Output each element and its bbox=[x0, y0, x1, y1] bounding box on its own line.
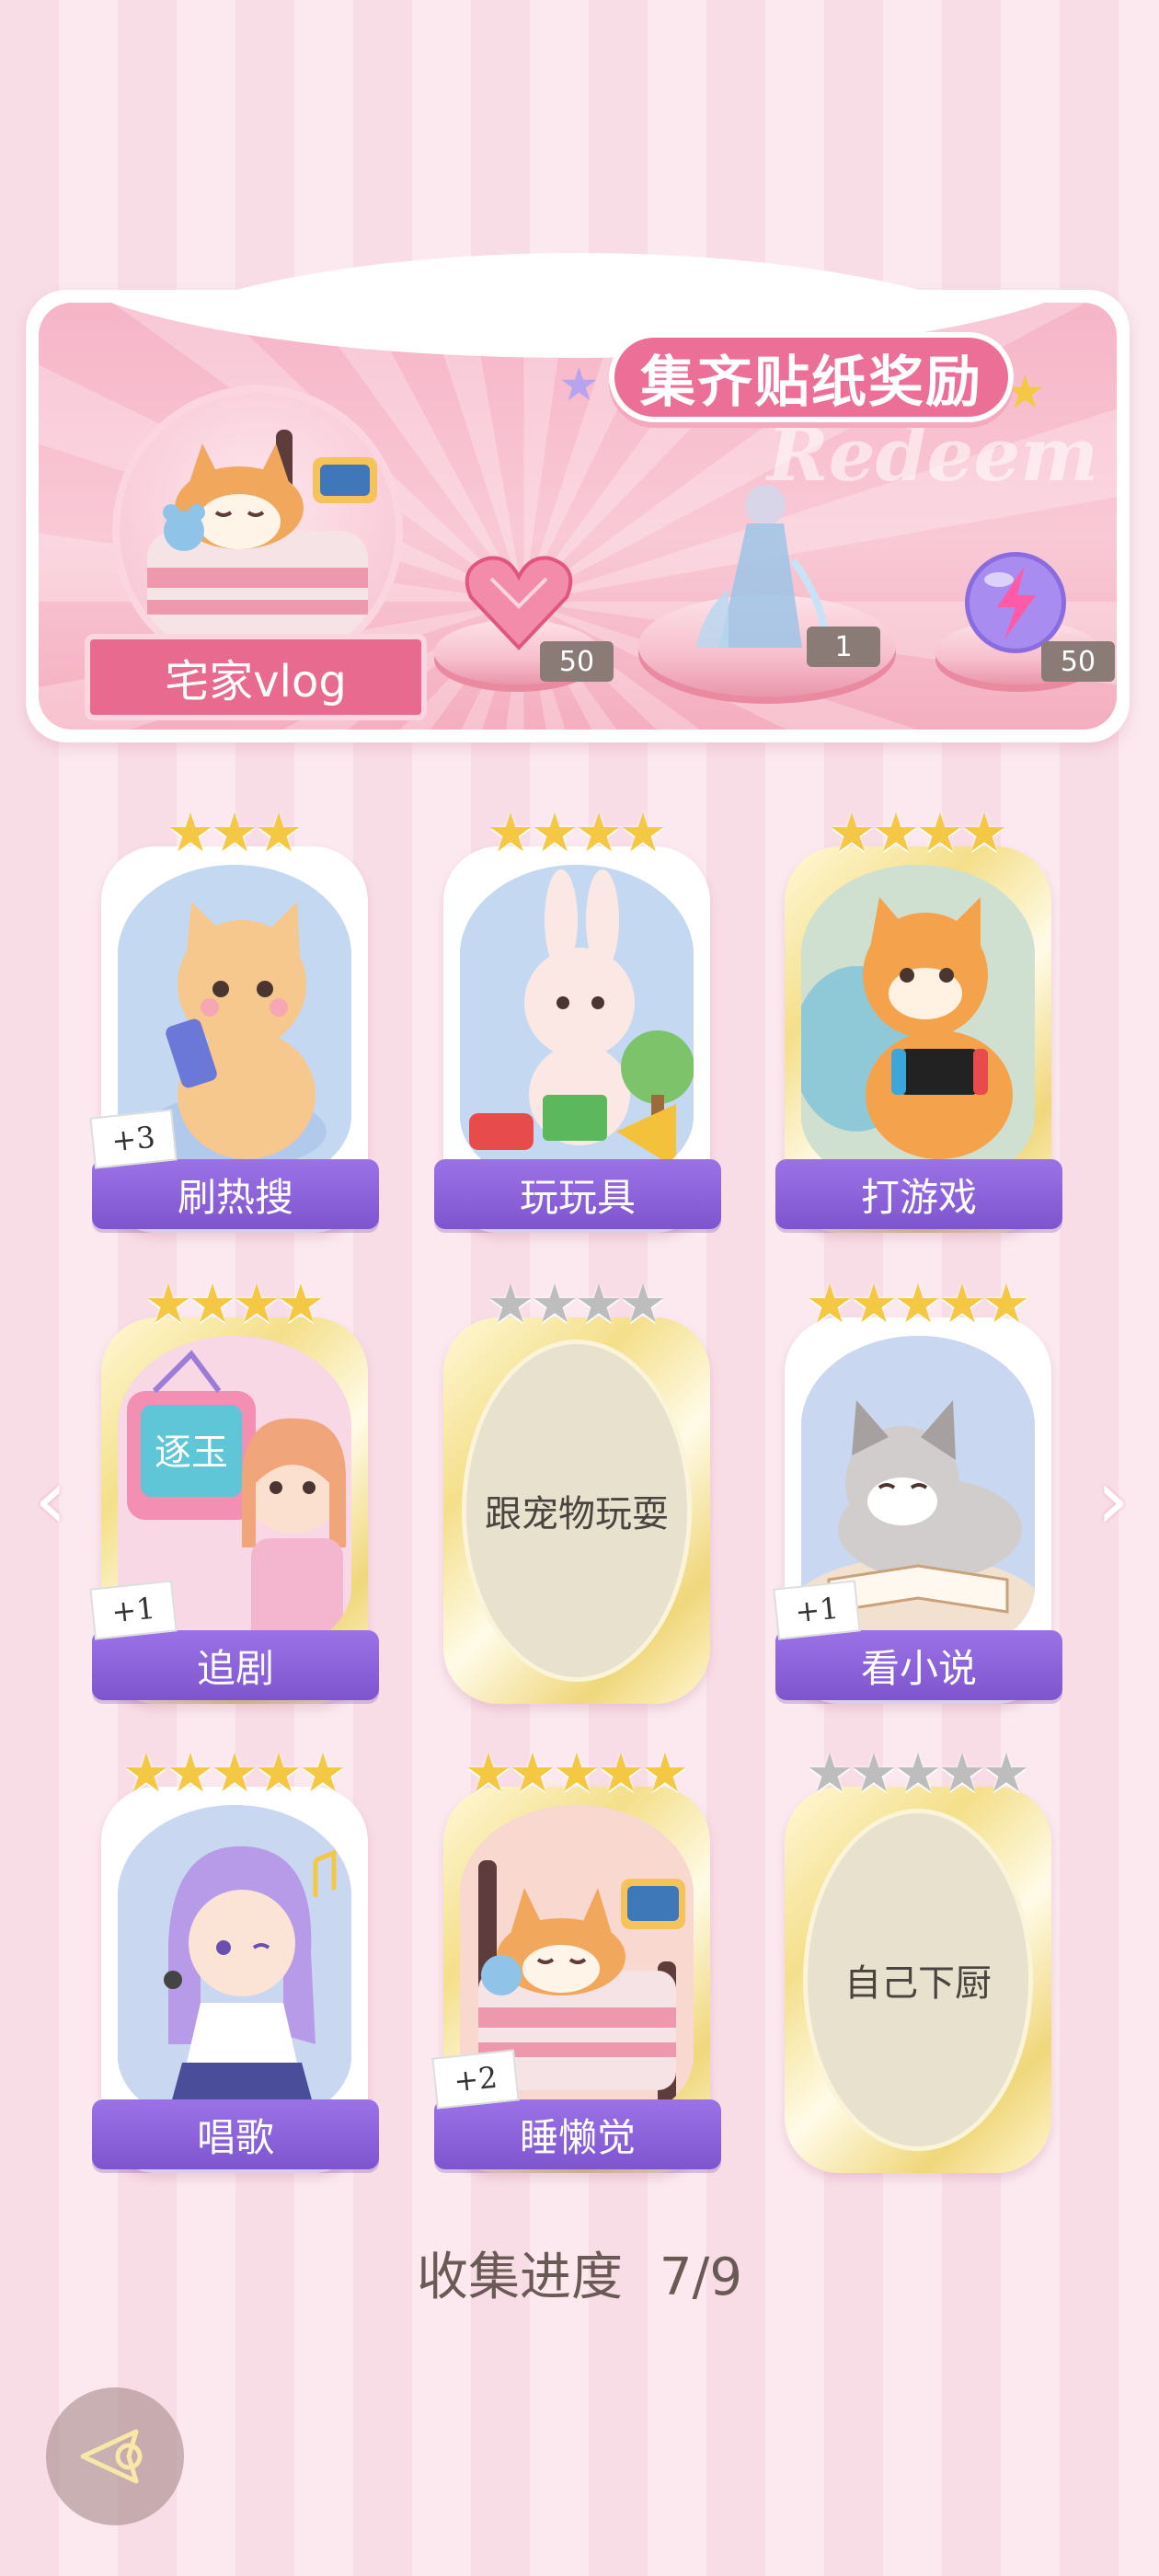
progress-value: 7/9 bbox=[659, 2248, 742, 2307]
star-filled-icon: ★ bbox=[982, 1272, 1030, 1335]
sleeping-cat-bed-icon bbox=[147, 430, 377, 641]
sticker-label: 自己下厨 bbox=[844, 1962, 992, 2005]
star-filled-icon: ★ bbox=[619, 801, 667, 864]
star-empty-icon: ★ bbox=[806, 1742, 854, 1804]
sticker-card[interactable]: 玩玩具 ★ ★ ★ ★ bbox=[434, 806, 721, 1233]
star-rating: ★ ★ ★ ★ ★ bbox=[101, 1746, 368, 1800]
star-empty-icon: ★ bbox=[575, 1272, 623, 1335]
sticker-card[interactable]: 看小说 ★ ★ ★ ★ ★ +1 bbox=[773, 1277, 1062, 1704]
star-empty-icon: ★ bbox=[619, 1272, 667, 1335]
theme-label: 宅家vlog bbox=[85, 634, 427, 720]
star-filled-icon: ★ bbox=[189, 1272, 236, 1335]
star-filled-icon: ★ bbox=[850, 1272, 898, 1335]
theme-image bbox=[112, 385, 403, 676]
star-filled-icon: ★ bbox=[916, 801, 964, 864]
star-filled-icon: ★ bbox=[960, 801, 1008, 864]
star-rating: ★ ★ ★ ★ ★ bbox=[443, 1746, 710, 1800]
star-filled-icon: ★ bbox=[277, 1272, 325, 1335]
collection-progress: 收集进度 7/9 bbox=[0, 2236, 1159, 2310]
heart-gem-icon bbox=[465, 556, 573, 650]
sticker-label: 打游戏 bbox=[775, 1159, 1062, 1229]
star-rating: ★ ★ ★ ★ bbox=[443, 806, 710, 859]
bonus-badge: +2 bbox=[431, 2049, 520, 2110]
bonus-badge: +1 bbox=[773, 1580, 861, 1640]
back-arrow-icon bbox=[80, 2429, 143, 2484]
bonus-badge: +3 bbox=[89, 1109, 178, 1169]
star-rating: ★ ★ ★ ★ ★ bbox=[785, 1277, 1051, 1330]
star-filled-icon: ★ bbox=[641, 1742, 689, 1804]
star-filled-icon: ★ bbox=[144, 1272, 192, 1335]
banner-title: 集齐贴纸奖励 bbox=[614, 338, 1008, 417]
star-empty-icon: ★ bbox=[982, 1742, 1030, 1804]
star-empty-icon: ★ bbox=[487, 1272, 534, 1335]
star-filled-icon: ★ bbox=[872, 801, 920, 864]
star-empty-icon: ★ bbox=[938, 1742, 986, 1804]
sticker-label: 追剧 bbox=[92, 1630, 379, 1700]
bonus-badge: +1 bbox=[89, 1580, 178, 1640]
bunny-toys-icon bbox=[460, 865, 694, 1187]
sticker-label: 刷热搜 bbox=[92, 1159, 379, 1229]
sticker-card[interactable]: 跟宠物玩耍 ★ ★ ★ ★ bbox=[443, 1277, 710, 1704]
star-rating: ★ ★ ★ ★ bbox=[785, 806, 1051, 859]
star-filled-icon: ★ bbox=[166, 801, 214, 864]
reward-count-1: 50 bbox=[540, 641, 614, 682]
star-filled-icon: ★ bbox=[894, 1272, 942, 1335]
star-filled-icon: ★ bbox=[211, 801, 258, 864]
star-filled-icon: ★ bbox=[255, 1742, 303, 1804]
star-filled-icon: ★ bbox=[233, 1272, 281, 1335]
star-filled-icon: ★ bbox=[828, 801, 876, 864]
star-empty-icon: ★ bbox=[894, 1742, 942, 1804]
sticker-empty-slot: 跟宠物玩耍 bbox=[462, 1340, 692, 1682]
star-filled-icon: ★ bbox=[575, 801, 623, 864]
next-page-arrow-icon[interactable]: › bbox=[1085, 1452, 1141, 1548]
star-rating: ★ ★ ★ bbox=[101, 806, 368, 859]
sticker-card[interactable]: 自己下厨 ★ ★ ★ ★ ★ bbox=[785, 1746, 1051, 2173]
sticker-card[interactable]: 逐玉追剧 ★ ★ ★ ★ +1 bbox=[89, 1277, 379, 1704]
star-empty-icon: ★ bbox=[531, 1272, 579, 1335]
back-button[interactable] bbox=[46, 2387, 184, 2525]
star-filled-icon: ★ bbox=[531, 801, 579, 864]
sticker-label: 跟宠物玩耍 bbox=[485, 1493, 669, 1535]
star-filled-icon: ★ bbox=[597, 1742, 645, 1804]
reward-count-3: 50 bbox=[1041, 641, 1115, 682]
star-filled-icon: ★ bbox=[211, 1742, 258, 1804]
sticker-label: 唱歌 bbox=[92, 2099, 379, 2169]
prev-page-arrow-icon[interactable]: ‹ bbox=[23, 1452, 78, 1548]
star-filled-icon: ★ bbox=[255, 801, 303, 864]
star-filled-icon: ★ bbox=[553, 1742, 601, 1804]
sticker-card[interactable]: 刷热搜 ★ ★ ★ +3 bbox=[89, 806, 379, 1233]
sticker-card[interactable]: 唱歌 ★ ★ ★ ★ ★ bbox=[92, 1746, 379, 2173]
star-filled-icon: ★ bbox=[122, 1742, 170, 1804]
star-filled-icon: ★ bbox=[299, 1742, 347, 1804]
star-filled-icon: ★ bbox=[166, 1742, 214, 1804]
sticker-card[interactable]: 睡懒觉 ★ ★ ★ ★ ★ +2 bbox=[431, 1746, 721, 2173]
purple-star-icon: ★ bbox=[558, 358, 600, 411]
reward-count-2: 1 bbox=[807, 627, 880, 667]
sticker-label: 看小说 bbox=[775, 1630, 1062, 1700]
sticker-label: 睡懒觉 bbox=[434, 2099, 721, 2169]
star-rating: ★ ★ ★ ★ bbox=[443, 1277, 710, 1330]
cat-gaming-icon bbox=[801, 865, 1035, 1187]
star-filled-icon: ★ bbox=[938, 1272, 986, 1335]
star-filled-icon: ★ bbox=[465, 1742, 512, 1804]
progress-label: 收集进度 bbox=[417, 2248, 624, 2307]
gold-star-icon: ★ bbox=[1004, 365, 1046, 419]
sticker-empty-slot: 自己下厨 bbox=[803, 1809, 1033, 2151]
star-filled-icon: ★ bbox=[509, 1742, 557, 1804]
svg-text:逐玉: 逐玉 bbox=[155, 1432, 228, 1474]
sticker-label: 玩玩具 bbox=[434, 1159, 721, 1229]
star-rating: ★ ★ ★ ★ ★ bbox=[785, 1746, 1051, 1800]
girl-singing-icon bbox=[118, 1805, 351, 2127]
star-filled-icon: ★ bbox=[806, 1272, 854, 1335]
star-empty-icon: ★ bbox=[850, 1742, 898, 1804]
reward-banner: Redeem ★ ★ 宅家vlog 50 1 50 集齐贴纸奖励 bbox=[26, 253, 1130, 742]
star-rating: ★ ★ ★ ★ bbox=[101, 1277, 368, 1330]
sticker-card[interactable]: 打游戏 ★ ★ ★ ★ bbox=[775, 806, 1062, 1233]
star-filled-icon: ★ bbox=[487, 801, 534, 864]
